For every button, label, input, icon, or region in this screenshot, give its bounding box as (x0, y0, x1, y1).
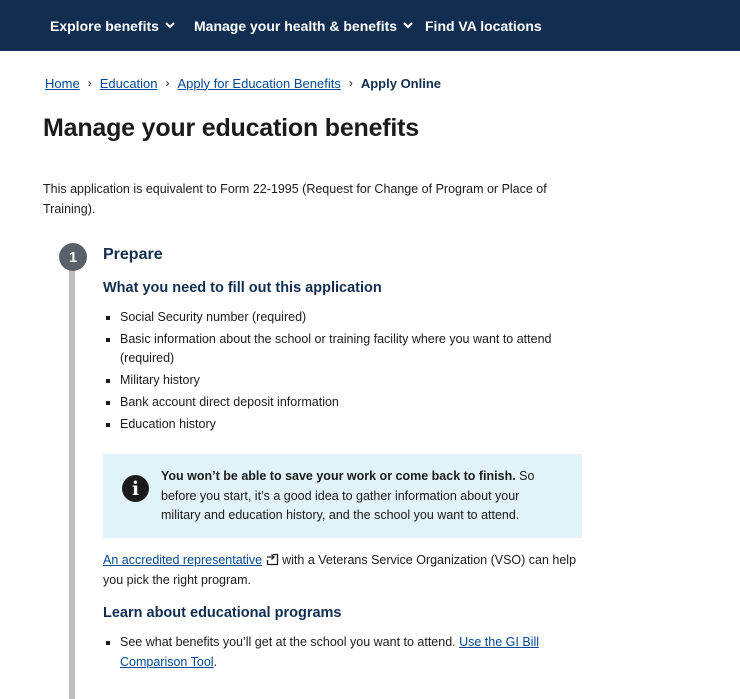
nav-manage-health-benefits-label: Manage your health & benefits (194, 17, 398, 34)
breadcrumb-separator: › (87, 76, 92, 90)
step-title: Prepare (103, 246, 163, 263)
chevron-down-icon (165, 22, 175, 29)
page-title: Manage your education benefits (43, 114, 420, 142)
nav-find-va-locations-label: Find VA locations (425, 17, 542, 34)
breadcrumb-home[interactable]: Home (45, 76, 80, 91)
intro-text: This application is equivalent to Form 2… (43, 182, 547, 216)
requirements-heading: What you need to fill out this applicati… (103, 280, 382, 296)
info-alert: i You won’t be able to save your work or… (103, 454, 582, 538)
nav-manage-health-benefits[interactable]: Manage your health & benefits (194, 0, 413, 51)
step-rail (69, 262, 75, 699)
list-item: See what benefits you’ll get at the scho… (103, 633, 543, 672)
alert-bold-text: You won’t be able to save your work or c… (161, 469, 516, 483)
top-navigation: Explore benefits Manage your health & be… (0, 0, 740, 51)
breadcrumb-separator: › (165, 76, 170, 90)
chevron-down-icon (403, 22, 413, 29)
nav-find-va-locations[interactable]: Find VA locations (425, 0, 542, 51)
representative-text: An accredited representative with a Veter… (103, 551, 583, 590)
list-item: Bank account direct deposit information (103, 393, 573, 412)
nav-explore-benefits[interactable]: Explore benefits (50, 0, 175, 51)
list-item: Social Security number (required) (103, 308, 573, 327)
step-number-badge: 1 (59, 243, 87, 271)
accredited-representative-link[interactable]: An accredited representative (103, 553, 262, 567)
learn-programs-heading: Learn about educational programs (103, 605, 342, 621)
requirements-list: Social Security number (required) Basic … (103, 308, 573, 437)
breadcrumb-separator: › (348, 76, 353, 90)
alert-message: You won’t be able to save your work or c… (161, 467, 561, 526)
external-link-icon (266, 553, 279, 566)
list-item: Military history (103, 371, 573, 390)
list-item: Education history (103, 415, 573, 434)
breadcrumb-current: Apply Online (360, 75, 442, 91)
list-item: Basic information about the school or tr… (103, 330, 573, 368)
breadcrumb-education[interactable]: Education (100, 76, 158, 91)
learn-programs-list: See what benefits you’ll get at the scho… (103, 633, 543, 672)
breadcrumb: Home › Education › Apply for Education B… (45, 73, 441, 93)
learn-item-end: . (213, 654, 218, 669)
info-icon: i (122, 475, 149, 502)
nav-explore-benefits-label: Explore benefits (50, 17, 159, 34)
breadcrumb-apply-education-benefits[interactable]: Apply for Education Benefits (178, 76, 341, 91)
learn-item-text: See what benefits you’ll get at the scho… (120, 635, 460, 649)
